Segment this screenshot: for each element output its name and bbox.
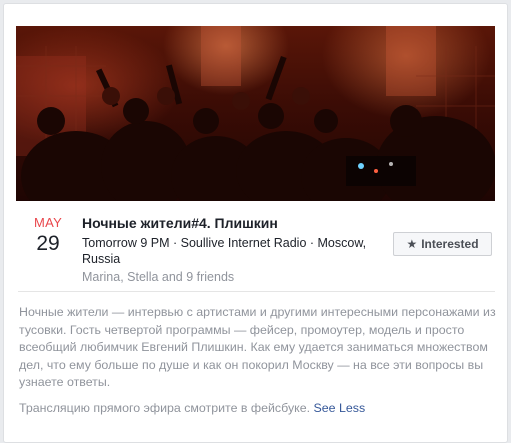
star-icon: ★ xyxy=(406,237,418,251)
divider xyxy=(18,291,495,292)
event-date-day: 29 xyxy=(36,232,60,255)
event-meta: Tomorrow 9 PM · Soullive Internet Radio … xyxy=(82,236,367,266)
event-date-month: MAY xyxy=(33,215,63,230)
event-info: Ночные жители#4. Плишкин Tomorrow 9 PM ·… xyxy=(82,214,382,285)
interested-button[interactable]: ★ Interested xyxy=(393,232,492,256)
crowd-illustration xyxy=(16,26,495,201)
event-card: MAY 29 Ночные жители#4. Плишкин Tomorrow… xyxy=(3,3,508,443)
see-less-link[interactable]: See Less xyxy=(314,401,366,415)
event-description: Ночные жители — интервью с артистами и д… xyxy=(19,305,496,389)
event-friends-going[interactable]: Marina, Stella and 9 friends xyxy=(82,269,382,285)
event-cover-photo[interactable] xyxy=(16,26,495,201)
event-note: Трансляцию прямого эфира смотрите в фейс… xyxy=(19,400,497,417)
interested-label: Interested xyxy=(421,237,479,251)
event-title[interactable]: Ночные жители#4. Плишкин xyxy=(82,214,382,232)
event-note-text: Трансляцию прямого эфира смотрите в фейс… xyxy=(19,401,311,415)
event-date: MAY 29 xyxy=(18,215,78,256)
